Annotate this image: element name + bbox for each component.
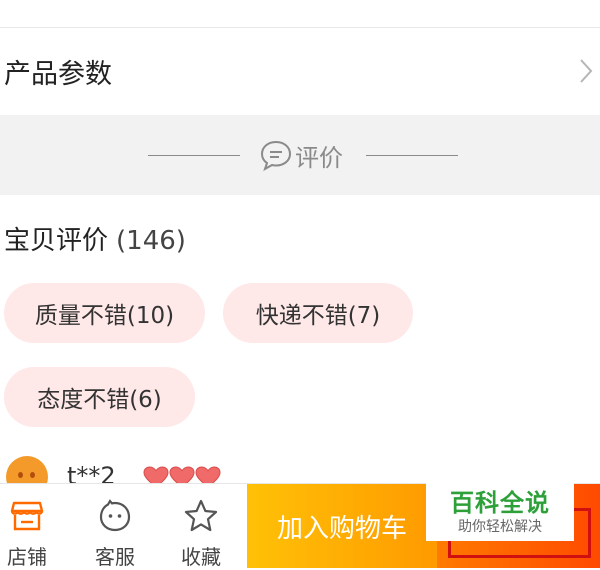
- reviews-count: (146): [116, 226, 186, 256]
- review-tag-quality[interactable]: 质量不错(10): [4, 283, 205, 343]
- reviews-section-header: 评价: [0, 115, 600, 195]
- watermark-subtitle: 助你轻松解决: [458, 519, 542, 535]
- add-to-cart-button[interactable]: 加入购物车: [247, 484, 437, 568]
- watermark-title: 百科全说: [450, 489, 550, 517]
- favorite-button[interactable]: 收藏: [166, 484, 236, 569]
- review-tag-attitude[interactable]: 态度不错(6): [4, 367, 195, 427]
- divider-line-left: [148, 155, 240, 156]
- customer-service-button[interactable]: 客服: [80, 484, 150, 569]
- comment-icon: [260, 140, 292, 172]
- customer-service-label: 客服: [95, 545, 135, 569]
- shop-button[interactable]: 店铺: [0, 484, 62, 569]
- product-params-label: 产品参数: [4, 59, 112, 90]
- watermark-logo: 百科全说 助你轻松解决: [426, 483, 574, 541]
- divider-line-right: [366, 155, 458, 156]
- product-params-row[interactable]: 产品参数: [0, 28, 600, 115]
- chevron-right-icon: [580, 59, 593, 83]
- store-icon: [10, 501, 44, 531]
- reviews-title-text: 宝贝评价: [4, 226, 109, 256]
- reviews-title: 宝贝评价 (146): [4, 220, 186, 257]
- review-tag-delivery[interactable]: 快递不错(7): [223, 283, 413, 343]
- shop-label: 店铺: [7, 545, 47, 569]
- star-icon: [184, 499, 218, 532]
- favorite-label: 收藏: [181, 545, 221, 569]
- section-label: 评价: [295, 143, 343, 172]
- customer-service-icon: [99, 499, 131, 532]
